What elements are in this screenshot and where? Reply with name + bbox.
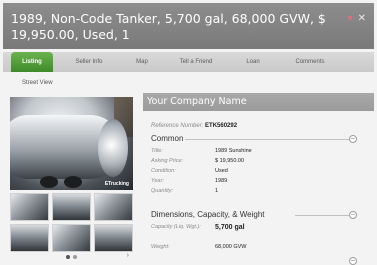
pager-dot[interactable] (73, 255, 77, 259)
thumbnail[interactable] (52, 193, 91, 221)
thumbnail[interactable] (10, 193, 49, 221)
detail-value: $ 19,950.00 (215, 158, 245, 164)
tab-seller-info[interactable]: Seller Info (65, 52, 113, 72)
collapse-icon[interactable]: – (349, 257, 357, 265)
thumbnail[interactable] (52, 224, 91, 252)
reference-value: ETK560292 (205, 123, 238, 129)
tab-street-view[interactable]: Street View (22, 80, 53, 86)
detail-value: Used (215, 168, 228, 174)
next-arrow-icon[interactable]: › (127, 252, 129, 259)
listing-header: 1989, Non-Code Tanker, 5,700 gal, 68,000… (3, 3, 374, 49)
thumbnail[interactable] (10, 224, 49, 252)
tab-comments[interactable]: Comments (285, 52, 335, 72)
reference-row: Reference Number: ETK560292 (151, 123, 237, 129)
detail-row: Capacity (Liq. Wgt.): 5,700 gal (151, 224, 245, 231)
photo-wheel (64, 176, 82, 188)
listing-window: 1989, Non-Code Tanker, 5,700 gal, 68,000… (0, 0, 377, 265)
detail-value: 68,000 GVW (215, 244, 247, 250)
listing-details-panel: Your Company Name Reference Number: ETK5… (143, 93, 374, 265)
thumbnail[interactable] (94, 193, 133, 221)
detail-row: Title: 1989 Sunshine (151, 148, 252, 154)
company-header: Your Company Name (143, 93, 374, 111)
tab-listing[interactable]: Listing (11, 52, 53, 72)
tab-tell-a-friend[interactable]: Tell a Friend (166, 52, 226, 72)
main-photo[interactable]: ETrucking (10, 97, 133, 190)
detail-value: 1 (215, 188, 219, 194)
detail-label: Capacity (Liq. Wgt.): (151, 224, 201, 230)
section-common-heading: Common (151, 134, 184, 143)
photo-wheel (40, 176, 58, 188)
detail-label: Weight: (151, 244, 170, 250)
divider (295, 215, 349, 216)
tab-bar: Listing Seller Info Map Tell a Friend Lo… (3, 52, 374, 72)
listing-title: 1989, Non-Code Tanker, 5,700 gal, 68,000… (11, 11, 326, 42)
detail-row: Quantity: 1 (151, 188, 218, 194)
heart-icon[interactable]: ♥ (347, 14, 352, 23)
detail-label: Year: (151, 178, 164, 184)
photo-watermark: ETrucking (104, 181, 129, 187)
detail-label: Condition: (151, 168, 176, 174)
detail-value: 1989 Sunshine (215, 148, 252, 154)
detail-label: Asking Price: (151, 158, 184, 164)
divider (185, 139, 349, 140)
reference-label: Reference Number: (151, 123, 204, 129)
tab-map[interactable]: Map (125, 52, 159, 72)
collapse-icon[interactable]: – (349, 135, 357, 143)
gallery-pager: › (10, 252, 133, 262)
detail-row: Year: 1989 (151, 178, 227, 184)
detail-label: Title: (151, 148, 163, 154)
close-icon[interactable]: ✕ (358, 14, 366, 24)
detail-label: Quantity: (151, 188, 174, 194)
detail-value: 1989 (215, 178, 228, 184)
thumbnail[interactable] (94, 224, 133, 252)
detail-row: Asking Price: $ 19,950.00 (151, 158, 244, 164)
collapse-icon[interactable]: – (349, 211, 357, 219)
tab-loan[interactable]: Loan (235, 52, 271, 72)
detail-row: Weight: 68,000 GVW (151, 244, 247, 250)
pager-dot-active[interactable] (66, 255, 70, 259)
company-name: Your Company Name (147, 96, 247, 107)
photo-tank-cap (98, 119, 128, 177)
section-dimensions-heading: Dimensions, Capacity, & Weight (151, 210, 265, 219)
detail-row: Condition: Used (151, 168, 228, 174)
detail-value: 5,700 gal (215, 224, 245, 231)
